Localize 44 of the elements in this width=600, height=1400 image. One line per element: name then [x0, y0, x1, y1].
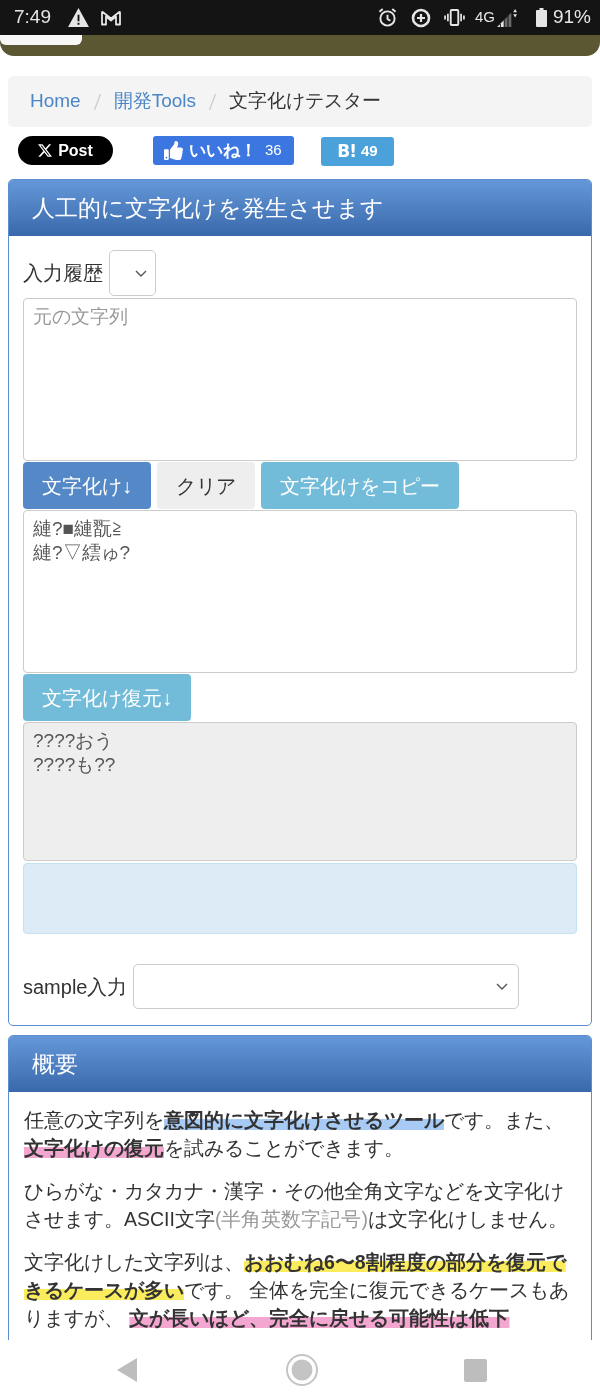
back-icon[interactable]: [117, 1358, 137, 1382]
bookmark-count: 49: [361, 141, 378, 162]
warning-icon: [68, 8, 89, 27]
home-icon[interactable]: [286, 1354, 318, 1386]
bookmark-button[interactable]: B! 49: [321, 137, 394, 166]
bookmark-logo: B!: [337, 139, 356, 163]
like-label: いいね！: [189, 139, 257, 162]
thumbs-up-icon: [164, 141, 183, 160]
source-textarea[interactable]: 元の文字列: [23, 298, 577, 461]
action-button[interactable]: クリア: [157, 462, 255, 509]
recent-apps-icon[interactable]: [464, 1358, 487, 1382]
like-count: 36: [265, 140, 282, 161]
sample-select[interactable]: [133, 964, 520, 1009]
like-button[interactable]: いいね！ 36: [153, 136, 294, 165]
action-button[interactable]: 文字化けをコピー: [261, 462, 459, 509]
battery-icon: [535, 8, 547, 27]
data-saver-icon: [410, 7, 431, 28]
sample-label: sample入力: [23, 974, 128, 1000]
history-select[interactable]: [109, 250, 156, 296]
x-post-button[interactable]: Post: [18, 136, 113, 165]
restored-textarea[interactable]: ????おう ????も??: [23, 722, 577, 861]
panel-title: 人工的に文字化けを発生させます: [9, 180, 591, 236]
breadcrumb-current: 文字化けテスター: [229, 89, 382, 114]
separator-icon: [93, 93, 101, 110]
battery-level: 91%: [552, 5, 591, 30]
overview-paragraph: 任意の文字列を意図的に文字化けさせるツールです。また、 文字化けの復元を試みることができます。: [24, 1108, 565, 1161]
overview-paragraph: ひらがな・カタカナ・漢字・その他全角文字などを文字化けさせます。ASCII文字(半角英数字記号)は文字化けしません。: [24, 1179, 569, 1232]
breadcrumb-link[interactable]: Home: [30, 87, 81, 116]
vibrate-icon: [443, 9, 465, 26]
breadcrumb-link[interactable]: 開発Tools: [113, 87, 197, 116]
history-label: 入力履歴: [23, 261, 103, 286]
network-type: 4G: [474, 7, 495, 28]
mail-icon: [101, 9, 121, 26]
status-time: 7:49: [14, 5, 51, 30]
restore-button[interactable]: 文字化け復元↓: [23, 674, 191, 721]
separator-icon: [209, 93, 217, 110]
signal-icon: [496, 8, 518, 27]
panel-title: 概要: [9, 1036, 591, 1092]
x-logo-icon: [38, 144, 53, 157]
chevron-down-icon: [496, 983, 509, 990]
chevron-down-icon: [135, 269, 147, 277]
alarm-icon: [377, 8, 397, 27]
action-button[interactable]: 文字化け↓: [23, 462, 151, 509]
garbled-textarea[interactable]: 縺?■縺翫≧ 縺?▽繧ゅ?: [23, 510, 577, 673]
